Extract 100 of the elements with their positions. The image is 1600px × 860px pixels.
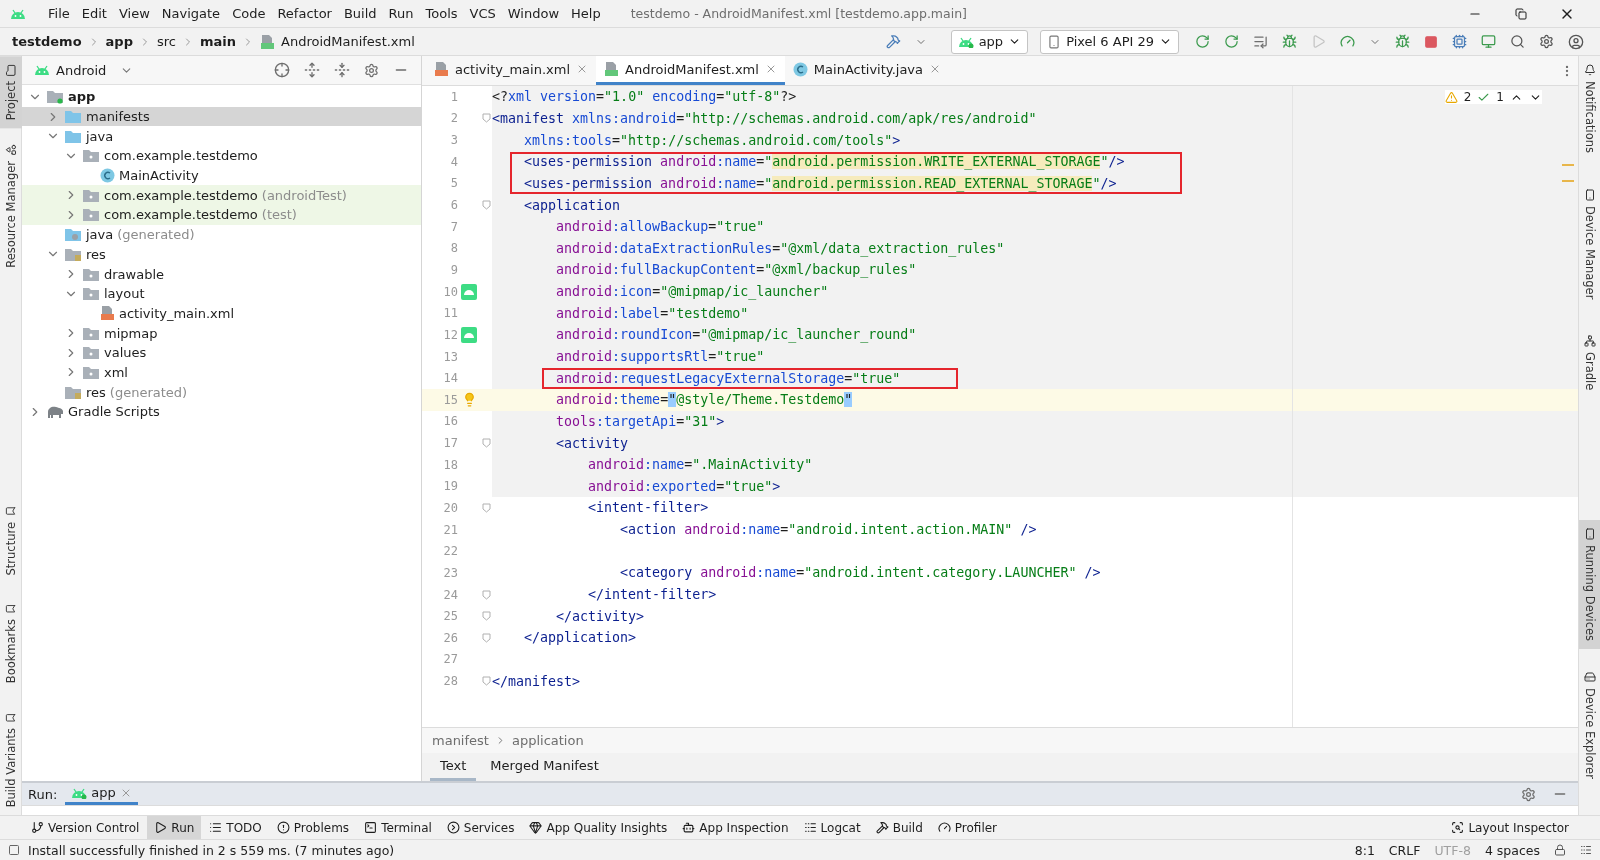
code-line: </application> <box>523 630 637 646</box>
tree-item[interactable]: java <box>22 126 421 147</box>
tree-item[interactable]: com.example.testdemo (androidTest) <box>22 185 421 206</box>
view-tab[interactable]: Merged Manifest <box>480 753 609 781</box>
alert-icon <box>276 821 290 834</box>
breadcrumb[interactable]: AndroidManifest.xml <box>281 34 415 49</box>
editor-tab[interactable]: activity_main.xml <box>426 56 596 85</box>
menu-item[interactable]: Run <box>382 6 420 21</box>
tool-window-tab[interactable]: Structure <box>0 497 22 584</box>
tool-window-tab[interactable]: Bookmarks <box>0 595 22 692</box>
list-icon[interactable] <box>1253 34 1268 49</box>
code-line: android:label="testdemo" <box>555 305 749 321</box>
menu-item[interactable]: Refactor <box>271 6 338 21</box>
tree-item[interactable]: app <box>22 87 421 107</box>
code-line: <action android:name="android.intent.action.MAIN" /> <box>619 522 1037 538</box>
tool-window-button[interactable]: Build <box>868 816 930 839</box>
indent-setting[interactable]: 4 spaces <box>1484 842 1540 858</box>
project-view-dropdown[interactable]: Android <box>56 62 134 78</box>
menu-item[interactable]: Edit <box>75 6 113 21</box>
tool-window-button[interactable]: Terminal <box>357 816 439 839</box>
menu-item[interactable]: Code <box>226 6 272 21</box>
fold-marker[interactable] <box>481 503 491 513</box>
breadcrumb[interactable]: main <box>199 34 236 49</box>
tool-window-button[interactable]: Logcat <box>796 816 868 839</box>
tool-window-button[interactable]: App Inspection <box>675 816 796 839</box>
tool-window-button[interactable]: Problems <box>269 816 357 839</box>
settings-icon[interactable] <box>364 62 379 78</box>
menu-item[interactable]: Tools <box>419 6 464 21</box>
tree-item[interactable]: Gradle Scripts <box>22 402 421 422</box>
tree-item[interactable]: MainActivity <box>22 165 421 186</box>
search-icon[interactable] <box>1510 34 1525 49</box>
line-number: 21 <box>442 522 458 537</box>
fold-marker[interactable] <box>481 113 491 124</box>
tree-item[interactable]: com.example.testdemo <box>22 146 421 166</box>
breadcrumb[interactable]: application <box>511 733 584 748</box>
locate-icon[interactable] <box>274 62 290 78</box>
menu-item[interactable]: View <box>112 6 156 21</box>
line-separator[interactable]: CRLF <box>1388 842 1421 858</box>
editor-tab[interactable]: AndroidManifest.xml <box>596 56 785 85</box>
restore-icon[interactable] <box>1515 7 1527 20</box>
device-icon[interactable] <box>1481 34 1496 49</box>
fold-marker[interactable] <box>481 438 491 449</box>
tree-item[interactable]: mipmap <box>22 323 421 343</box>
menu-item[interactable]: File <box>42 6 76 21</box>
tool-window-button[interactable]: Run <box>147 816 202 839</box>
menu-item[interactable]: Build <box>337 6 383 21</box>
tool-window-tab[interactable]: Running Devices <box>1579 520 1600 650</box>
menu-item[interactable]: Help <box>565 6 607 21</box>
fold-marker[interactable] <box>481 589 491 600</box>
tree-item[interactable]: com.example.testdemo (test) <box>22 205 421 225</box>
breadcrumb[interactable]: app <box>105 34 133 49</box>
settings-icon[interactable] <box>1521 786 1536 802</box>
menu-item[interactable]: VCS <box>463 6 502 21</box>
tool-window-button[interactable]: App Quality Insights <box>522 816 675 839</box>
debug-icon[interactable] <box>1282 34 1297 49</box>
menu-item[interactable]: Window <box>501 6 566 21</box>
tool-window-button[interactable]: Profiler <box>930 816 1005 839</box>
tool-window-button[interactable]: Version Control <box>24 816 147 839</box>
rerun-icon[interactable] <box>1195 34 1210 49</box>
tool-window-button[interactable]: Services <box>439 816 522 839</box>
caret-position[interactable]: 8:1 <box>1354 842 1375 858</box>
tool-window-tab[interactable]: Device Explorer <box>1579 663 1600 787</box>
tree-item[interactable]: drawable <box>22 264 421 284</box>
tool-window-tab[interactable]: Notifications <box>1579 56 1600 161</box>
fold-marker[interactable] <box>481 632 491 643</box>
collapse-all-icon[interactable] <box>334 62 350 78</box>
tree-item[interactable]: values <box>22 342 421 363</box>
expand-all-icon[interactable] <box>304 62 320 78</box>
tool-window-tab[interactable]: Gradle <box>1579 327 1600 399</box>
tree-item[interactable]: activity_main.xml <box>22 303 421 324</box>
tree-item[interactable]: res (generated) <box>22 382 421 402</box>
hammer-icon[interactable] <box>885 34 901 49</box>
tree-item[interactable]: xml <box>22 362 421 383</box>
settings-icon[interactable] <box>1539 34 1554 49</box>
breadcrumb[interactable]: manifest <box>432 733 489 748</box>
breadcrumb[interactable]: testdemo <box>12 34 82 49</box>
tree-label: layout <box>104 286 145 302</box>
tool-window-button[interactable]: Layout Inspector <box>1444 816 1576 839</box>
lock-icon[interactable] <box>1554 844 1566 856</box>
tree-item[interactable]: java (generated) <box>22 224 421 245</box>
tool-window-tab[interactable]: Device Manager <box>1579 181 1600 308</box>
close-tab-icon[interactable] <box>576 63 588 75</box>
tool-window-tab[interactable]: Resource Manager <box>0 136 22 277</box>
device-dropdown[interactable]: Pixel 6 API 29 <box>1040 29 1179 54</box>
tree-item[interactable]: manifests <box>22 106 421 127</box>
bug-icon[interactable] <box>1395 34 1410 49</box>
account-icon[interactable] <box>1568 33 1584 50</box>
tool-window-button[interactable]: TODO <box>202 816 269 839</box>
breadcrumb[interactable]: src <box>157 34 176 49</box>
fold-marker[interactable] <box>481 611 491 622</box>
stop-icon[interactable] <box>1424 34 1438 49</box>
run-config-dropdown[interactable]: app <box>950 29 1029 54</box>
tool-window-tab[interactable]: Build Variants <box>0 703 22 815</box>
tree-item[interactable]: layout <box>22 283 421 304</box>
menu-item[interactable]: Navigate <box>155 6 227 21</box>
fold-marker[interactable] <box>481 676 491 687</box>
tree-item[interactable]: res <box>22 244 421 265</box>
fold-marker[interactable] <box>481 200 491 210</box>
editor-tab[interactable]: MainActivity.java <box>784 56 950 85</box>
tool-window-tab[interactable]: Project <box>0 56 22 129</box>
